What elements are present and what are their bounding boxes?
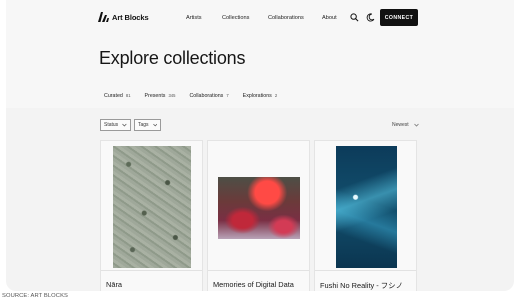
artwork-image [336, 146, 397, 268]
tab-count: 345 [168, 93, 176, 98]
tags-filter-label: Tags [138, 122, 149, 128]
chevron-down-icon [122, 123, 127, 127]
source-caption: SOURCE: ART BLOCKS [2, 293, 69, 299]
browser-frame: Art Blocks Artists Collections Collabora… [6, 0, 514, 291]
header: Art Blocks Artists Collections Collabora… [6, 0, 514, 108]
card-divider [101, 270, 202, 271]
brand-name: Art Blocks [112, 12, 149, 22]
search-icon[interactable] [350, 13, 359, 22]
tab-count: 7 [226, 93, 229, 98]
card-divider [208, 270, 309, 271]
collection-card[interactable]: Nāra [100, 140, 203, 291]
sort-dropdown[interactable]: Newest [392, 122, 419, 128]
collection-card[interactable]: Fushi No Reality - フシノ [314, 140, 417, 291]
card-title: Nāra [106, 280, 123, 289]
tab-explorations[interactable]: Explorations 2 [243, 93, 278, 99]
sort-label: Newest [392, 122, 409, 128]
nav-collections[interactable]: Collections [222, 15, 249, 21]
nav-collaborations[interactable]: Collaborations [268, 15, 304, 21]
nav-about[interactable]: About [322, 15, 337, 21]
card-title: Memories of Digital Data [213, 280, 294, 289]
artwork-image [218, 177, 300, 239]
tab-count: 2 [274, 93, 278, 98]
tab-collaborations[interactable]: Collaborations 7 [189, 93, 228, 99]
status-filter-label: Status [104, 122, 119, 128]
art-blocks-logo-icon [98, 12, 109, 22]
tags-filter[interactable]: Tags [134, 119, 161, 131]
nav-artists[interactable]: Artists [186, 15, 202, 21]
card-title: Fushi No Reality - フシノ [320, 281, 403, 290]
connect-button[interactable]: CONNECT [380, 9, 418, 26]
tab-count: 81 [125, 93, 131, 98]
collection-card[interactable]: Memories of Digital Data [207, 140, 310, 291]
card-divider [315, 270, 416, 271]
page-title: Explore collections [99, 48, 246, 68]
tab-curated[interactable]: Curated 81 [104, 93, 131, 99]
status-filter[interactable]: Status [100, 119, 131, 131]
moon-icon[interactable] [366, 13, 375, 22]
brand-logo[interactable]: Art Blocks [98, 12, 149, 22]
artwork-image [113, 146, 191, 268]
collection-tabs: Curated 81 Presents 345 Collaborations 7… [104, 93, 291, 99]
tab-presents[interactable]: Presents 345 [145, 93, 176, 99]
chevron-down-icon [413, 123, 419, 127]
chevron-down-icon [152, 123, 157, 127]
